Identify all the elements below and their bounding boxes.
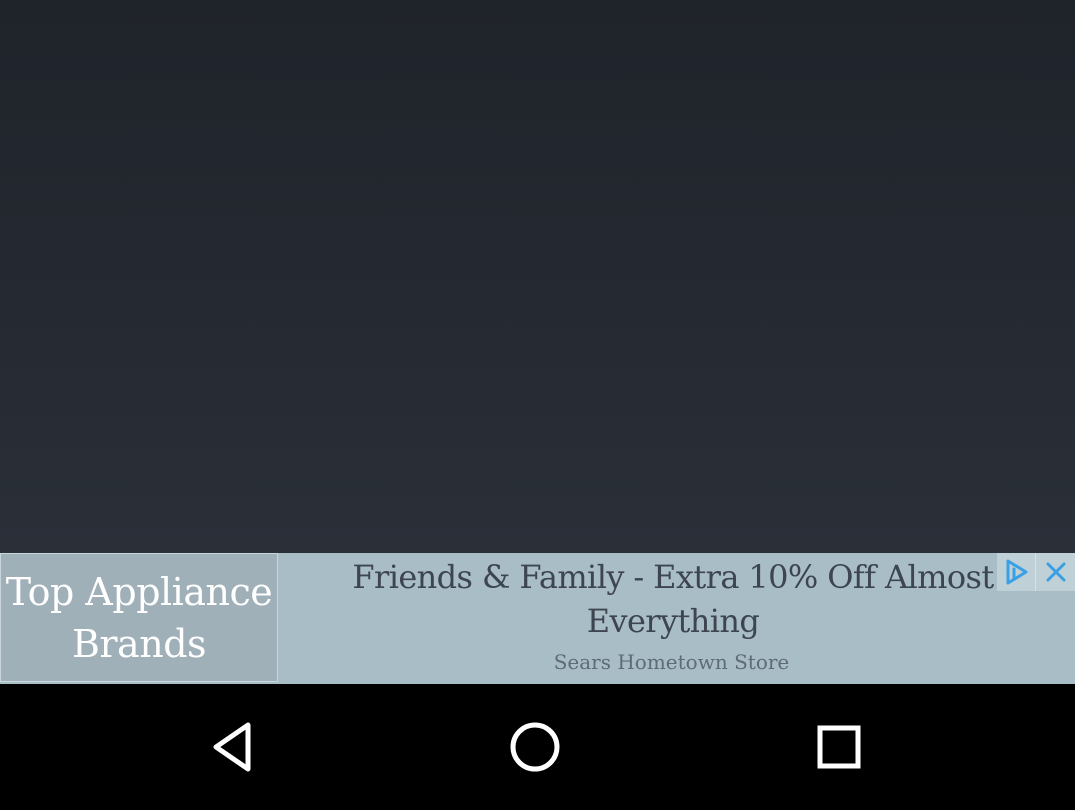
ad-headline[interactable]: Friends & Family - Extra 10% Off Almost … [328,555,1018,643]
screen: Top Appliance Brands Friends & Family - … [0,0,1075,810]
system-navigation-bar [0,684,1075,810]
ad-image-text-line1: Top Appliance [5,569,273,614]
back-triangle-icon [213,722,251,772]
adchoices-button[interactable] [997,553,1035,591]
ad-headline-line2: Everything [586,602,760,640]
ad-advertiser-name: Sears Hometown Store [553,650,790,674]
ad-image-text: Top Appliance Brands [5,566,273,670]
close-icon [1046,562,1065,582]
home-button[interactable] [495,707,575,787]
back-button[interactable] [193,707,273,787]
ad-image-panel[interactable]: Top Appliance Brands [0,553,278,682]
recents-button[interactable] [799,707,879,787]
app-content-area [0,0,1075,553]
ad-banner[interactable]: Top Appliance Brands Friends & Family - … [0,553,1075,684]
ad-text-panel[interactable]: Friends & Family - Extra 10% Off Almost … [278,553,1075,684]
recents-square-icon [817,725,861,769]
ad-close-button[interactable] [1035,553,1075,591]
ad-image-text-line2: Brands [71,621,207,666]
home-circle-icon [510,722,560,772]
ad-headline-line1: Friends & Family - Extra 10% Off Almost [352,558,994,596]
adchoices-icon [1006,559,1028,585]
